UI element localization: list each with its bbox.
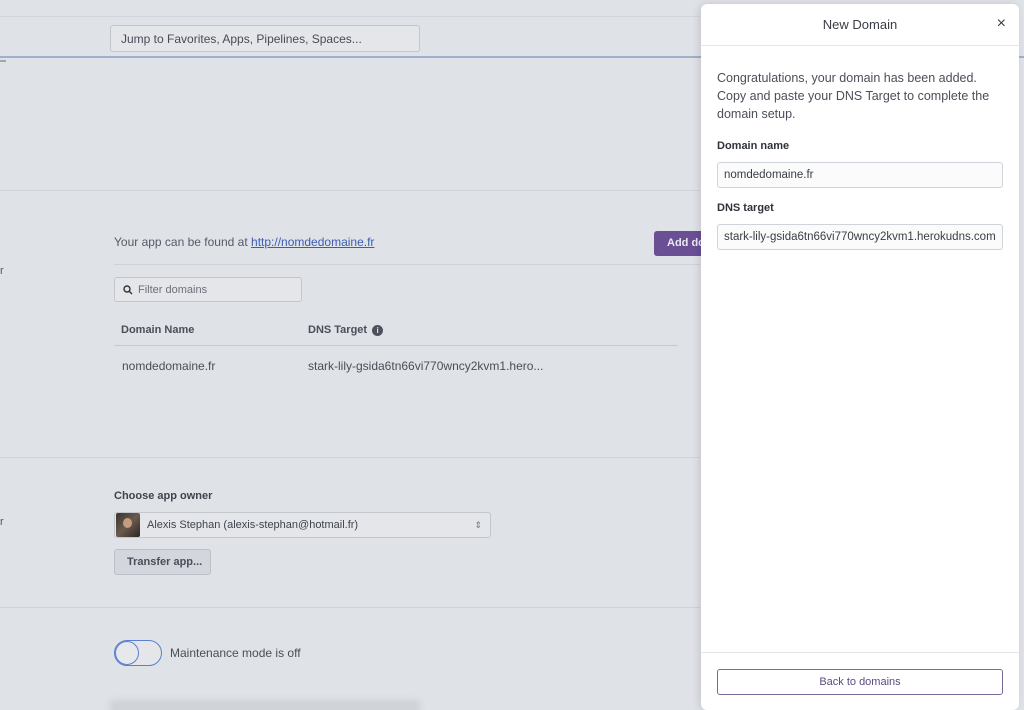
divider	[0, 16, 700, 17]
panel-title: New Domain	[822, 17, 898, 32]
success-message: Congratulations, your domain has been ad…	[717, 71, 990, 121]
column-header-domain-name: Domain Name	[121, 324, 195, 336]
section-divider	[0, 457, 700, 458]
panel-footer: Back to domains	[701, 652, 1019, 710]
table-cell-domain: nomdedomaine.fr	[122, 359, 216, 373]
owner-select[interactable]: Alexis Stephan (alexis-stephan@hotmail.f…	[114, 512, 491, 538]
filter-domains-input[interactable]: Filter domains	[114, 277, 302, 302]
panel-header: New Domain ×	[701, 4, 1019, 46]
new-domain-panel: New Domain × Congratulations, your domai…	[701, 4, 1019, 710]
maintenance-toggle[interactable]	[114, 640, 162, 666]
back-to-domains-button[interactable]: Back to domains	[717, 669, 1003, 695]
search-icon	[123, 284, 133, 294]
app-url-text: Your app can be found at http://nomdedom…	[114, 235, 374, 249]
divider	[114, 264, 700, 265]
select-arrows-icon: ⇕	[474, 519, 482, 530]
section-divider	[0, 607, 700, 608]
divider	[0, 60, 6, 62]
divider	[114, 345, 678, 346]
transfer-app-button[interactable]: Transfer app...	[114, 549, 211, 575]
app-url-prefix: Your app can be found at	[114, 235, 248, 249]
side-label: r	[0, 516, 4, 528]
app-url-link[interactable]: http://nomdedomaine.fr	[251, 235, 374, 249]
dns-target-field[interactable]: stark-lily-gsida6tn66vi770wncy2kvm1.hero…	[717, 224, 1003, 250]
jump-search-input[interactable]: Jump to Favorites, Apps, Pipelines, Spac…	[110, 25, 420, 52]
section-divider	[0, 190, 700, 191]
filter-placeholder: Filter domains	[138, 283, 208, 296]
side-label: r	[0, 265, 4, 277]
dns-target-label: DNS target	[717, 202, 774, 214]
owner-select-value: Alexis Stephan (alexis-stephan@hotmail.f…	[147, 519, 359, 531]
column-header-dns-target: DNS Target i	[308, 324, 384, 336]
avatar	[116, 513, 140, 537]
domain-name-field[interactable]: nomdedomaine.fr	[717, 162, 1003, 188]
domain-name-label: Domain name	[717, 140, 790, 152]
table-cell-dns-target: stark-lily-gsida6tn66vi770wncy2kvm1.hero…	[308, 359, 544, 373]
maintenance-label: Maintenance mode is off	[170, 646, 301, 660]
close-icon[interactable]: ×	[997, 15, 1006, 33]
toggle-knob	[115, 641, 139, 665]
owner-label: Choose app owner	[114, 490, 213, 502]
decorative-shadow	[110, 700, 420, 710]
info-icon[interactable]: i	[372, 324, 384, 336]
